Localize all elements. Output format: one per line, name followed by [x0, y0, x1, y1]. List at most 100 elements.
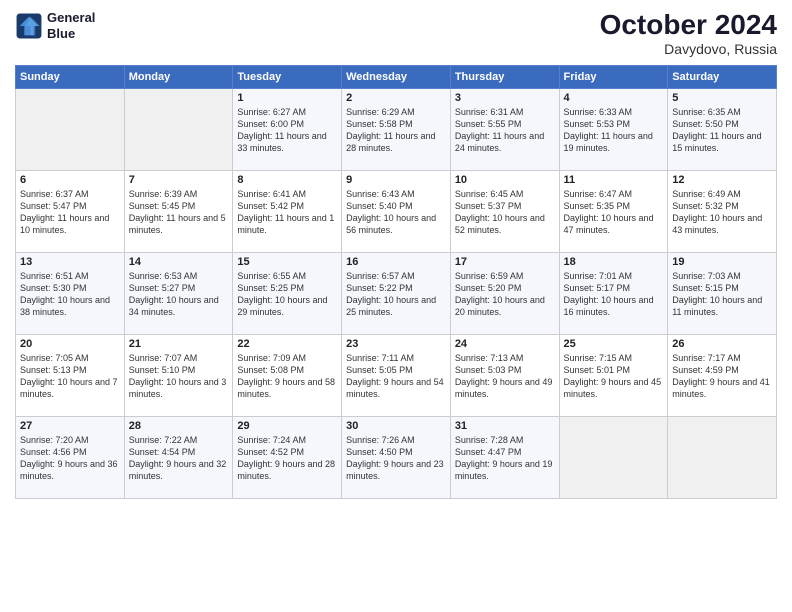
cell-info: Sunrise: 6:27 AMSunset: 6:00 PMDaylight:…	[237, 106, 337, 155]
calendar-cell: 19Sunrise: 7:03 AMSunset: 5:15 PMDayligh…	[668, 252, 777, 334]
cell-info: Sunrise: 6:37 AMSunset: 5:47 PMDaylight:…	[20, 188, 120, 237]
day-number: 11	[564, 174, 664, 186]
cell-info: Sunrise: 6:53 AMSunset: 5:27 PMDaylight:…	[129, 270, 229, 319]
calendar-cell	[668, 416, 777, 498]
calendar-cell: 7 Sunrise: 6:39 AMSunset: 5:45 PMDaylight…	[124, 170, 233, 252]
calendar-cell: 4 Sunrise: 6:33 AMSunset: 5:53 PMDaylight…	[559, 88, 668, 170]
title-block: October 2024 Davydovo, Russia	[600, 10, 777, 57]
calendar-week-row: 13 Sunrise: 6:51 AMSunset: 5:30 PMDayligh…	[16, 252, 777, 334]
day-number: 28	[129, 420, 229, 432]
header-day-sunday: Sunday	[16, 65, 125, 88]
calendar-table: SundayMondayTuesdayWednesdayThursdayFrid…	[15, 65, 777, 499]
day-number: 15	[237, 256, 337, 268]
day-number: 22	[237, 338, 337, 350]
cell-info: Sunrise: 7:22 AMSunset: 4:54 PMDaylight:…	[129, 434, 229, 483]
calendar-cell: 31 Sunrise: 7:28 AMSunset: 4:47 PMDayligh…	[450, 416, 559, 498]
location: Davydovo, Russia	[600, 41, 777, 57]
cell-info: Sunrise: 7:03 AMSunset: 5:15 PMDaylight:…	[672, 270, 772, 319]
cell-info: Sunrise: 6:47 AMSunset: 5:35 PMDaylight:…	[564, 188, 664, 237]
calendar-cell: 17 Sunrise: 6:59 AMSunset: 5:20 PMDayligh…	[450, 252, 559, 334]
calendar-cell: 6Sunrise: 6:37 AMSunset: 5:47 PMDaylight…	[16, 170, 125, 252]
cell-info: Sunrise: 7:17 AMSunset: 4:59 PMDaylight:…	[672, 352, 772, 401]
calendar-cell: 21Sunrise: 7:07 AMSunset: 5:10 PMDayligh…	[124, 334, 233, 416]
header-day-monday: Monday	[124, 65, 233, 88]
cell-info: Sunrise: 7:13 AMSunset: 5:03 PMDaylight:…	[455, 352, 555, 401]
cell-info: Sunrise: 6:55 AMSunset: 5:25 PMDaylight:…	[237, 270, 337, 319]
day-number: 12	[672, 174, 772, 186]
day-number: 1	[237, 92, 337, 104]
cell-info: Sunrise: 6:31 AMSunset: 5:55 PMDaylight:…	[455, 106, 555, 155]
calendar-cell: 13 Sunrise: 6:51 AMSunset: 5:30 PMDayligh…	[16, 252, 125, 334]
calendar-week-row: 1 Sunrise: 6:27 AMSunset: 6:00 PMDaylight…	[16, 88, 777, 170]
calendar-cell: 12 Sunrise: 6:49 AMSunset: 5:32 PMDayligh…	[668, 170, 777, 252]
day-number: 9	[346, 174, 446, 186]
cell-info: Sunrise: 6:49 AMSunset: 5:32 PMDaylight:…	[672, 188, 772, 237]
cell-info: Sunrise: 6:45 AMSunset: 5:37 PMDaylight:…	[455, 188, 555, 237]
logo: General Blue	[15, 10, 95, 41]
calendar-week-row: 20 Sunrise: 7:05 AMSunset: 5:13 PMDayligh…	[16, 334, 777, 416]
calendar-cell: 5 Sunrise: 6:35 AMSunset: 5:50 PMDaylight…	[668, 88, 777, 170]
day-number: 5	[672, 92, 772, 104]
cell-info: Sunrise: 6:33 AMSunset: 5:53 PMDaylight:…	[564, 106, 664, 155]
calendar-cell: 30Sunrise: 7:26 AMSunset: 4:50 PMDayligh…	[342, 416, 451, 498]
calendar-cell: 2Sunrise: 6:29 AMSunset: 5:58 PMDaylight…	[342, 88, 451, 170]
calendar-cell: 23 Sunrise: 7:11 AMSunset: 5:05 PMDayligh…	[342, 334, 451, 416]
calendar-cell: 22 Sunrise: 7:09 AMSunset: 5:08 PMDayligh…	[233, 334, 342, 416]
calendar-cell: 11 Sunrise: 6:47 AMSunset: 5:35 PMDayligh…	[559, 170, 668, 252]
calendar-cell: 27Sunrise: 7:20 AMSunset: 4:56 PMDayligh…	[16, 416, 125, 498]
cell-info: Sunrise: 6:59 AMSunset: 5:20 PMDaylight:…	[455, 270, 555, 319]
day-number: 25	[564, 338, 664, 350]
calendar-cell: 9 Sunrise: 6:43 AMSunset: 5:40 PMDaylight…	[342, 170, 451, 252]
day-number: 8	[237, 174, 337, 186]
calendar-cell: 8 Sunrise: 6:41 AMSunset: 5:42 PMDaylight…	[233, 170, 342, 252]
calendar-cell: 15 Sunrise: 6:55 AMSunset: 5:25 PMDayligh…	[233, 252, 342, 334]
cell-info: Sunrise: 7:05 AMSunset: 5:13 PMDaylight:…	[20, 352, 120, 401]
logo-text: General Blue	[47, 10, 95, 41]
cell-info: Sunrise: 6:29 AMSunset: 5:58 PMDaylight:…	[346, 106, 446, 155]
calendar-cell	[124, 88, 233, 170]
day-number: 17	[455, 256, 555, 268]
cell-info: Sunrise: 6:35 AMSunset: 5:50 PMDaylight:…	[672, 106, 772, 155]
cell-info: Sunrise: 7:09 AMSunset: 5:08 PMDaylight:…	[237, 352, 337, 401]
day-number: 31	[455, 420, 555, 432]
header: General Blue October 2024 Davydovo, Russ…	[15, 10, 777, 57]
logo-icon	[15, 12, 43, 40]
calendar-cell: 25Sunrise: 7:15 AMSunset: 5:01 PMDayligh…	[559, 334, 668, 416]
day-number: 26	[672, 338, 772, 350]
calendar-header-row: SundayMondayTuesdayWednesdayThursdayFrid…	[16, 65, 777, 88]
calendar-cell: 3 Sunrise: 6:31 AMSunset: 5:55 PMDaylight…	[450, 88, 559, 170]
day-number: 16	[346, 256, 446, 268]
header-day-tuesday: Tuesday	[233, 65, 342, 88]
cell-info: Sunrise: 7:20 AMSunset: 4:56 PMDaylight:…	[20, 434, 120, 483]
day-number: 24	[455, 338, 555, 350]
calendar-cell	[16, 88, 125, 170]
calendar-cell: 1 Sunrise: 6:27 AMSunset: 6:00 PMDaylight…	[233, 88, 342, 170]
header-day-friday: Friday	[559, 65, 668, 88]
cell-info: Sunrise: 6:41 AMSunset: 5:42 PMDaylight:…	[237, 188, 337, 237]
calendar-cell: 20 Sunrise: 7:05 AMSunset: 5:13 PMDayligh…	[16, 334, 125, 416]
cell-info: Sunrise: 6:51 AMSunset: 5:30 PMDaylight:…	[20, 270, 120, 319]
day-number: 4	[564, 92, 664, 104]
calendar-cell: 16Sunrise: 6:57 AMSunset: 5:22 PMDayligh…	[342, 252, 451, 334]
header-day-wednesday: Wednesday	[342, 65, 451, 88]
calendar-cell: 28 Sunrise: 7:22 AMSunset: 4:54 PMDayligh…	[124, 416, 233, 498]
calendar-week-row: 27Sunrise: 7:20 AMSunset: 4:56 PMDayligh…	[16, 416, 777, 498]
cell-info: Sunrise: 7:28 AMSunset: 4:47 PMDaylight:…	[455, 434, 555, 483]
header-day-thursday: Thursday	[450, 65, 559, 88]
cell-info: Sunrise: 7:24 AMSunset: 4:52 PMDaylight:…	[237, 434, 337, 483]
cell-info: Sunrise: 7:26 AMSunset: 4:50 PMDaylight:…	[346, 434, 446, 483]
calendar-cell: 14Sunrise: 6:53 AMSunset: 5:27 PMDayligh…	[124, 252, 233, 334]
cell-info: Sunrise: 7:01 AMSunset: 5:17 PMDaylight:…	[564, 270, 664, 319]
month-title: October 2024	[600, 10, 777, 41]
day-number: 13	[20, 256, 120, 268]
cell-info: Sunrise: 6:43 AMSunset: 5:40 PMDaylight:…	[346, 188, 446, 237]
day-number: 20	[20, 338, 120, 350]
calendar-cell: 24 Sunrise: 7:13 AMSunset: 5:03 PMDayligh…	[450, 334, 559, 416]
logo-line1: General	[47, 10, 95, 25]
cell-info: Sunrise: 6:39 AMSunset: 5:45 PMDaylight:…	[129, 188, 229, 237]
cell-info: Sunrise: 7:11 AMSunset: 5:05 PMDaylight:…	[346, 352, 446, 401]
day-number: 23	[346, 338, 446, 350]
calendar-cell: 18Sunrise: 7:01 AMSunset: 5:17 PMDayligh…	[559, 252, 668, 334]
day-number: 7	[129, 174, 229, 186]
day-number: 3	[455, 92, 555, 104]
